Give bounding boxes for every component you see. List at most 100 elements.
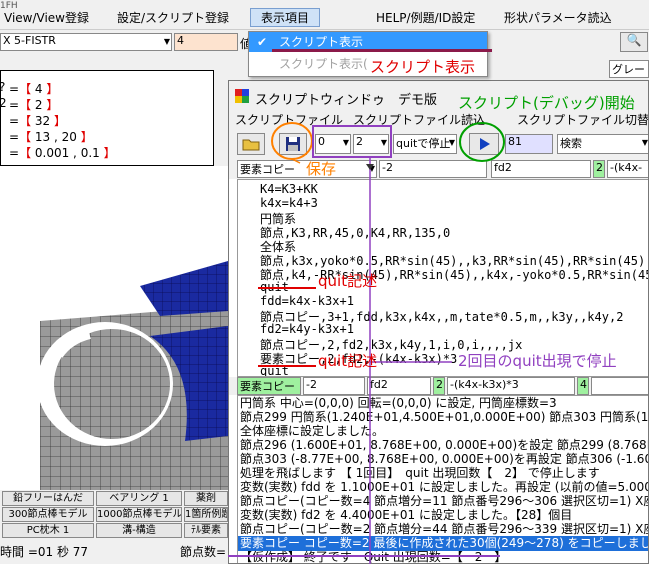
log-line: 円筒系 中心=(0,0,0) 回転=(0,0,0) に設定, 円筒座標数=3 bbox=[240, 396, 557, 410]
menu-script-load[interactable]: スクリプトファイル読込 bbox=[353, 111, 485, 128]
search-select[interactable]: 検索 ▼ bbox=[557, 134, 648, 154]
main-menubar: 1FH View/View登録 設定/スクリプト登録 表示項目 HELP/例題/… bbox=[0, 0, 649, 30]
code-line: fd2=k4y-k3x+1 bbox=[260, 322, 354, 336]
param-field-4-value: -(k4x- bbox=[610, 161, 643, 174]
script-toolbar: 0 ▼ 2 ▼ quitで停止 ▼ 81 検索 ▼ bbox=[229, 129, 648, 159]
example-button[interactable]: 1000節点棒モデル bbox=[96, 507, 182, 522]
example-button[interactable]: PC枕木 1 bbox=[2, 523, 94, 538]
param-prefix: ? bbox=[0, 80, 5, 94]
log-line: 変数(実数) fdd を 1.1000E+01 に設定しました。再設定 (以前の… bbox=[240, 480, 649, 494]
param2-field-3[interactable]: 2 bbox=[433, 377, 445, 395]
model-select[interactable]: X 5-FISTR ▼ bbox=[0, 33, 172, 51]
param-field-3[interactable]: 2 bbox=[593, 160, 605, 178]
save-icon bbox=[286, 137, 300, 151]
log-line: 【仮作成】 終了です Quit 出現回数=【 2 】 bbox=[240, 550, 507, 564]
param2-field-5[interactable]: 4 bbox=[577, 377, 589, 395]
parameter-panel: ? =【 4 】 2 =【 2 】 =【 32 】 =【 13 , 20 】 =… bbox=[0, 70, 214, 166]
code-line: quit bbox=[260, 280, 289, 294]
example-button[interactable]: 溝-構造 bbox=[96, 523, 182, 538]
app-icon bbox=[235, 89, 249, 103]
param2-field-4[interactable]: -(k4x-k3x)*3 bbox=[447, 377, 575, 395]
annotation-script-display: スクリプト表示 bbox=[370, 58, 476, 76]
quit-mode-select[interactable]: quitで停止 ▼ bbox=[393, 134, 457, 154]
log-line: 節点コピー(コピー数=4 節点増分=11 節点番号296～306 選択区切=1)… bbox=[240, 494, 649, 508]
param2-field-3-value: 2 bbox=[436, 378, 443, 391]
log-line: 節点コピー(コピー数=2 節点増分=44 節点番号296～339 選択区切=1)… bbox=[240, 522, 649, 536]
code-line: k4x=k4+3 bbox=[260, 196, 318, 210]
command-select-2[interactable]: 要素コピー bbox=[237, 377, 301, 395]
param-line: =【 4 】 bbox=[9, 80, 58, 97]
combo-1-value: 0 bbox=[318, 135, 325, 148]
menu-script-switch[interactable]: スクリプトファイル切替 bbox=[517, 111, 648, 128]
menu-script-file[interactable]: スクリプトファイル bbox=[235, 111, 343, 128]
example-button[interactable]: 薬剤 bbox=[184, 491, 228, 506]
example-button[interactable]: 鉛フリーはんだ bbox=[2, 491, 94, 506]
menu-view[interactable]: View/View登録 bbox=[4, 9, 89, 26]
param-value: =【 4 】 bbox=[9, 82, 59, 96]
play-icon bbox=[480, 138, 490, 150]
annotation-quit-2: quit記述 bbox=[318, 352, 378, 370]
param-value: =【 32 】 bbox=[9, 114, 66, 128]
annotation-quit-1: quit記述 bbox=[318, 272, 378, 290]
command-select-value: 要素コピー bbox=[240, 163, 295, 176]
status-time: 時間 =01 秒 77 bbox=[0, 545, 89, 559]
param-value: =【 0.001 , 0.1 】 bbox=[9, 146, 116, 160]
line-number-value: 81 bbox=[508, 135, 522, 148]
menu-settings-script[interactable]: 設定/スクリプト登録 bbox=[117, 9, 229, 26]
log-line: 節点299 円筒系(1.240E+01,4.500E+01,0.000E+00)… bbox=[240, 410, 649, 424]
combo-2[interactable]: 2 ▼ bbox=[353, 134, 389, 154]
script-window: スクリプトウィンドゥ デモ版 スクリプトファイル スクリプトファイル読込 スクリ… bbox=[228, 80, 649, 564]
chevron-down-icon: ▼ bbox=[342, 138, 349, 147]
code-line: fdd=k4x-k3x+1 bbox=[260, 294, 354, 308]
zoom-button[interactable]: 🔍 bbox=[620, 32, 648, 52]
combo-1[interactable]: 0 ▼ bbox=[315, 134, 351, 154]
script-output-log[interactable]: 円筒系 中心=(0,0,0) 回転=(0,0,0) に設定, 円筒座標数=3 節… bbox=[237, 395, 649, 564]
script-editor[interactable]: K4=K3+KK k4x=k4+3 円筒系 節点,K3,RR,45,0,K4,R… bbox=[237, 179, 648, 377]
menu-help[interactable]: HELP/例題/ID設定 bbox=[376, 9, 475, 26]
param-value: =【 2 】 bbox=[9, 98, 59, 112]
param-field-3-value: 2 bbox=[596, 161, 603, 174]
example-button[interactable]: ベアリング 1 bbox=[96, 491, 182, 506]
param2-field-6[interactable] bbox=[591, 377, 648, 395]
param-field-1[interactable]: -2 bbox=[379, 160, 487, 178]
dropdown-underline bbox=[272, 49, 492, 52]
run-script-button[interactable] bbox=[469, 133, 499, 155]
param-prefix: 2 bbox=[0, 96, 7, 110]
param-field-1-value: -2 bbox=[382, 161, 393, 174]
open-button[interactable] bbox=[237, 133, 265, 155]
command-row: 要素コピー ▼ -2 fd2 2 -(k4x- bbox=[229, 159, 648, 179]
param-field-2[interactable]: fd2 bbox=[491, 160, 591, 178]
code-line: K4=K3+KK bbox=[260, 182, 318, 196]
log-line: 全体座標に設定しました。 bbox=[240, 424, 385, 438]
chevron-down-icon: ▼ bbox=[163, 37, 170, 46]
chevron-down-icon: ▼ bbox=[641, 138, 648, 147]
quit-mode-value: quitで停止 bbox=[396, 137, 451, 150]
menu-shape-param[interactable]: 形状パラメータ読込 bbox=[504, 9, 612, 26]
param-field-4[interactable]: -(k4x- bbox=[607, 160, 648, 178]
line-number-field[interactable]: 81 bbox=[505, 134, 553, 154]
check-icon: ✔ bbox=[257, 35, 268, 49]
annotation-save: 保存 bbox=[306, 160, 337, 178]
command-row-2: 要素コピー -2 fd2 2 -(k4x-k3x)*3 4 bbox=[229, 377, 648, 395]
param2-field-4-value: -(k4x-k3x)*3 bbox=[450, 378, 519, 391]
value-box-text: 4 bbox=[177, 34, 184, 47]
model-viewport[interactable] bbox=[0, 166, 228, 490]
value-box[interactable]: 4 bbox=[174, 33, 238, 51]
menu-display-items[interactable]: 表示項目 bbox=[250, 8, 321, 27]
folder-open-icon bbox=[242, 139, 260, 151]
param2-field-1[interactable]: -2 bbox=[303, 377, 365, 395]
log-line: 変数(実数) fd2 を 4.4000E+01 に設定しました。【28】個目 bbox=[240, 508, 573, 522]
param-value: =【 13 , 20 】 bbox=[9, 130, 93, 144]
combo-2-value: 2 bbox=[356, 135, 363, 148]
status-node-count: 節点数= bbox=[180, 545, 227, 559]
search-icon: 🔍 bbox=[626, 33, 642, 47]
color-select[interactable]: グレー bbox=[609, 60, 649, 78]
status-bar: 時間 =01 秒 77 節点数= bbox=[0, 538, 228, 564]
example-button[interactable]: 1箇所例題 bbox=[184, 507, 228, 522]
log-line: 処理を飛ばします 【 1回目】 quit 出現回数【 2】 で停止します bbox=[240, 466, 600, 480]
save-button[interactable] bbox=[279, 133, 307, 155]
param2-field-2[interactable]: fd2 bbox=[367, 377, 431, 395]
example-button[interactable]: ﾃﾙ要素 bbox=[184, 523, 228, 538]
example-button[interactable]: 300節点棒モデル bbox=[2, 507, 94, 522]
code-line: quit bbox=[260, 364, 289, 377]
